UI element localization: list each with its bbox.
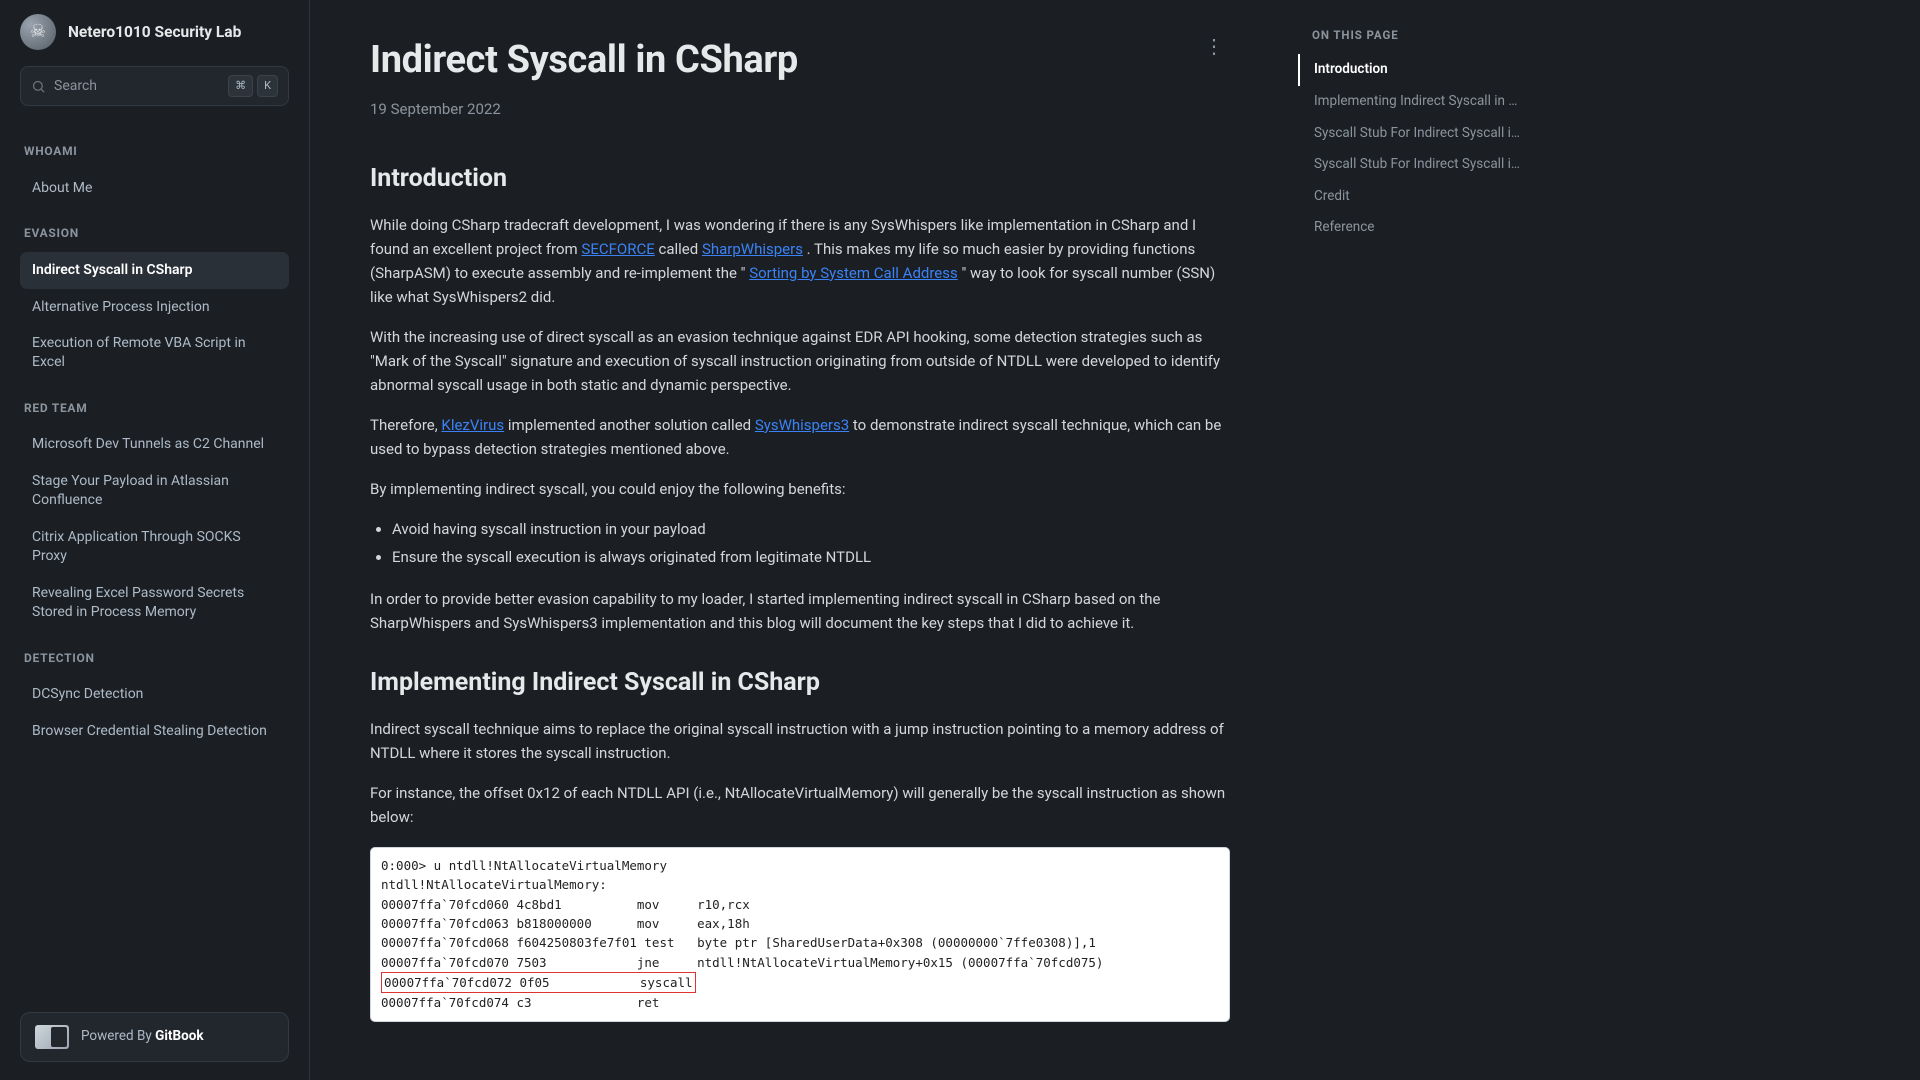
page-actions-button[interactable]: ⋮ [1198,30,1230,62]
sidebar-item[interactable]: DCSync Detection [20,676,289,713]
toc-item[interactable]: Reference [1298,212,1522,244]
kbd-cmd: ⌘ [228,75,253,97]
sidebar-item[interactable]: Revealing Excel Password Secrets Stored … [20,575,289,631]
powered-by[interactable]: Powered By GitBook [20,1012,289,1062]
sidebar-item[interactable]: Citrix Application Through SOCKS Proxy [20,519,289,575]
gitbook-icon [35,1025,69,1049]
sidebar-section-label: DETECTION [24,649,285,668]
sidebar-section-label: EVASION [24,224,285,243]
sidebar-nav: WHOAMI About Me EVASION Indirect Syscall in… [12,124,297,1002]
sidebar-item[interactable]: Execution of Remote VBA Script in Excel [20,325,289,381]
paragraph: Therefore, KlezVirus implemented another… [370,413,1230,461]
brand-title: Netero1010 Security Lab [68,20,241,45]
toc-item[interactable]: Credit [1298,181,1522,213]
powered-by-text: Powered By GitBook [81,1026,204,1048]
sidebar-section-label: RED TEAM [24,399,285,418]
heading-introduction: Introduction [370,159,1230,199]
benefits-list: Avoid having syscall instruction in your… [392,517,1230,569]
page-title: Indirect Syscall in CSharp [370,30,798,91]
link-sharpwhispers[interactable]: SharpWhispers [702,240,803,258]
paragraph: Indirect syscall technique aims to repla… [370,717,1230,765]
brand-logo-icon: ☠ [20,14,56,50]
search-icon [31,79,46,94]
article: Indirect Syscall in CSharp ⋮ 19 Septembe… [310,0,1290,1080]
paragraph: With the increasing use of direct syscal… [370,325,1230,397]
list-item: Avoid having syscall instruction in your… [392,517,1230,541]
link-sorting[interactable]: Sorting by System Call Address [749,264,958,282]
paragraph: In order to provide better evasion capab… [370,587,1230,635]
search-shortcut: ⌘ K [228,75,278,97]
sidebar-item[interactable]: Microsoft Dev Tunnels as C2 Channel [20,426,289,463]
search-placeholder: Search [54,75,228,97]
paragraph: While doing CSharp tradecraft developmen… [370,213,1230,309]
paragraph: By implementing indirect syscall, you co… [370,477,1230,501]
sidebar-item[interactable]: Alternative Process Injection [20,289,289,326]
brand[interactable]: ☠ Netero1010 Security Lab [12,0,297,60]
toc-item[interactable]: Syscall Stub For Indirect Syscall i… [1298,118,1522,150]
kbd-k: K [257,75,278,97]
sidebar-section-label: WHOAMI [24,142,285,161]
search-input[interactable]: Search ⌘ K [20,66,289,106]
page-date: 19 September 2022 [370,97,1230,121]
disassembly-figure: 0:000> u ntdll!NtAllocateVirtualMemory n… [370,847,1230,1022]
sidebar-item[interactable]: Stage Your Payload in Atlassian Confluen… [20,463,289,519]
sidebar-item[interactable]: Browser Credential Stealing Detection [20,713,289,750]
toc-label: ON THIS PAGE [1312,26,1522,44]
sidebar-item[interactable]: Indirect Syscall in CSharp [20,252,289,289]
link-klezvirus[interactable]: KlezVirus [441,416,504,434]
link-secforce[interactable]: SECFORCE [581,240,654,258]
paragraph: For instance, the offset 0x12 of each NT… [370,781,1230,829]
toc-item[interactable]: Implementing Indirect Syscall in … [1298,86,1522,118]
toc: ON THIS PAGE IntroductionImplementing In… [1290,0,1540,1080]
main: Indirect Syscall in CSharp ⋮ 19 Septembe… [310,0,1920,1080]
toc-item[interactable]: Syscall Stub For Indirect Syscall i… [1298,149,1522,181]
sidebar: ☠ Netero1010 Security Lab Search ⌘ K WHO… [0,0,310,1080]
sidebar-item[interactable]: About Me [20,170,289,207]
heading-implementing: Implementing Indirect Syscall in CSharp [370,663,1230,703]
toc-item[interactable]: Introduction [1298,54,1522,86]
link-syswhispers3[interactable]: SysWhispers3 [755,416,849,434]
list-item: Ensure the syscall execution is always o… [392,545,1230,569]
